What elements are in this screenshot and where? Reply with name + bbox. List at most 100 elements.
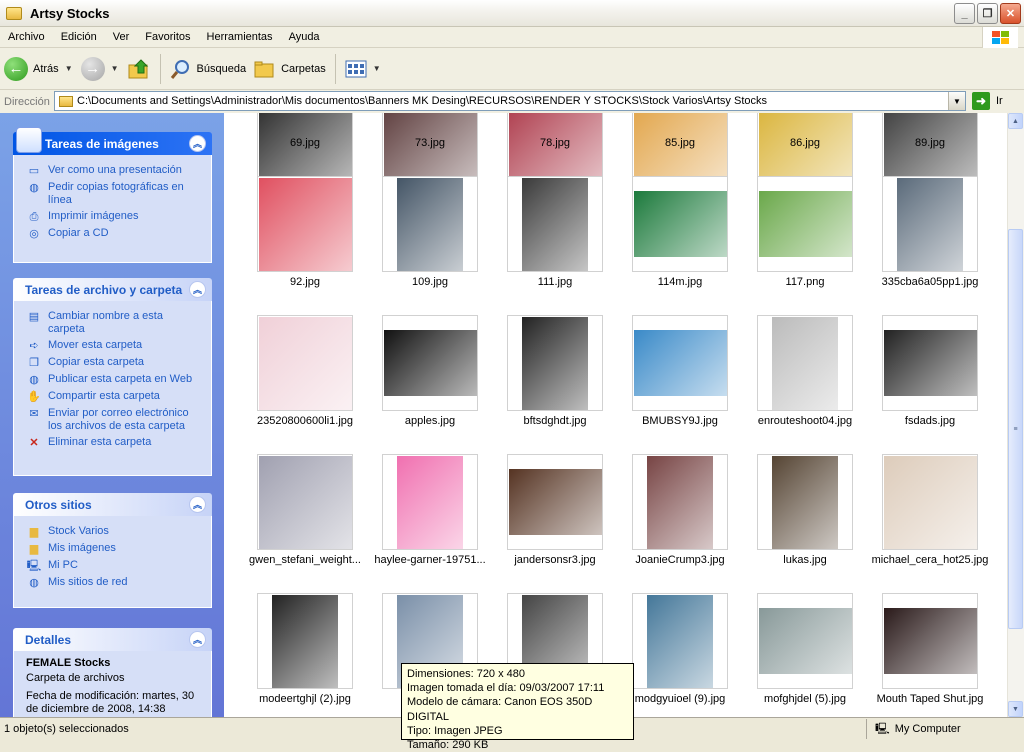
thumbnail[interactable] [632, 315, 728, 411]
file-name[interactable]: 114m.jpg [618, 276, 742, 288]
file-name[interactable]: 335cba6a05pp1.jpg [868, 276, 992, 288]
menu-ayuda[interactable]: Ayuda [281, 31, 328, 43]
file-name[interactable]: 92.jpg [243, 276, 367, 288]
folders-button[interactable]: Carpetas [250, 52, 330, 86]
place-my-computer[interactable]: 🖳 Mi PC [26, 559, 201, 573]
file-name[interactable]: jandersonsr3.jpg [493, 554, 617, 566]
thumbnail[interactable] [257, 315, 353, 411]
file-name[interactable]: apples.jpg [368, 415, 492, 427]
task-copy-folder[interactable]: ❐ Copiar esta carpeta [26, 356, 201, 370]
scroll-up-icon[interactable]: ▲ [1008, 113, 1023, 129]
thumbnail[interactable] [257, 593, 353, 689]
thumbnail[interactable] [757, 315, 853, 411]
chevron-down-icon[interactable]: ▼ [373, 64, 381, 73]
file-name[interactable]: JoanieCrump3.jpg [618, 554, 742, 566]
file-name[interactable]: 69.jpg [243, 137, 367, 149]
menu-herramientas[interactable]: Herramientas [199, 31, 281, 43]
file-name[interactable]: gwen_stefani_weight... [243, 554, 367, 566]
thumbnail[interactable] [757, 176, 853, 272]
thumbnail[interactable] [382, 454, 478, 550]
task-delete-folder[interactable]: ✕ Eliminar esta carpeta [26, 436, 201, 450]
search-button[interactable]: Búsqueda [166, 52, 251, 86]
collapse-icon[interactable]: ︽ [189, 281, 206, 298]
thumbnail[interactable] [257, 454, 353, 550]
thumbnail[interactable] [882, 315, 978, 411]
file-name[interactable]: haylee-garner-19751... [368, 554, 492, 566]
thumbnail[interactable] [632, 176, 728, 272]
file-name[interactable]: modgyuioel (9).jpg [618, 693, 742, 705]
file-name[interactable]: michael_cera_hot25.jpg [868, 554, 992, 566]
place-network[interactable]: ◍ Mis sitios de red [26, 576, 201, 590]
thumbnail[interactable] [257, 176, 353, 272]
thumbnail[interactable] [882, 176, 978, 272]
file-name[interactable]: BMUBSY9J.jpg [618, 415, 742, 427]
file-name[interactable]: 117.png [743, 276, 867, 288]
file-name[interactable]: mofghjdel (5).jpg [743, 693, 867, 705]
thumbnail[interactable] [757, 593, 853, 689]
scroll-thumb[interactable]: ≡ [1008, 229, 1023, 629]
thumbnail[interactable] [382, 176, 478, 272]
file-tasks-header[interactable]: Tareas de archivo y carpeta ︽ [13, 278, 212, 301]
file-name[interactable]: enrouteshoot04.jpg [743, 415, 867, 427]
collapse-icon[interactable]: ︽ [189, 631, 206, 648]
file-name[interactable]: 78.jpg [493, 137, 617, 149]
place-stock-varios[interactable]: ▆ Stock Varios [26, 525, 201, 539]
minimize-button[interactable]: _ [954, 3, 975, 24]
file-name[interactable]: Mouth Taped Shut.jpg [868, 693, 992, 705]
collapse-icon[interactable]: ︽ [189, 496, 206, 513]
menu-ver[interactable]: Ver [105, 31, 138, 43]
chevron-down-icon[interactable]: ▼ [111, 64, 119, 73]
vertical-scrollbar[interactable]: ▲ ≡ ▼ [1007, 113, 1024, 717]
task-share-folder[interactable]: ✋ Compartir esta carpeta [26, 390, 201, 404]
maximize-button[interactable]: ❐ [977, 3, 998, 24]
thumbnail[interactable] [507, 315, 603, 411]
scroll-down-icon[interactable]: ▼ [1008, 701, 1023, 717]
file-name[interactable]: 23520800600li1.jpg [243, 415, 367, 427]
thumbnail[interactable] [382, 315, 478, 411]
file-name[interactable]: bftsdghdt.jpg [493, 415, 617, 427]
file-name[interactable]: lukas.jpg [743, 554, 867, 566]
file-name[interactable]: 89.jpg [868, 137, 992, 149]
task-copy-cd[interactable]: ◎ Copiar a CD [26, 227, 201, 241]
thumbnail[interactable] [632, 593, 728, 689]
task-print-images[interactable]: ⎙ Imprimir imágenes [26, 210, 201, 224]
file-name[interactable]: 86.jpg [743, 137, 867, 149]
views-button[interactable]: ▼ [341, 52, 385, 86]
address-input[interactable]: C:\Documents and Settings\Administrador\… [54, 91, 966, 111]
thumbnail[interactable] [632, 454, 728, 550]
file-name[interactable]: 109.jpg [368, 276, 492, 288]
file-name[interactable]: fsdads.jpg [868, 415, 992, 427]
image-tasks-header[interactable]: Tareas de imágenes ︽ [13, 127, 212, 155]
file-name[interactable]: 111.jpg [493, 276, 617, 288]
file-name[interactable]: 73.jpg [368, 137, 492, 149]
up-folder-button[interactable] [123, 52, 155, 86]
thumbnail[interactable] [882, 454, 978, 550]
thumbnail[interactable] [507, 176, 603, 272]
task-slideshow[interactable]: ▭ Ver como una presentación [26, 164, 201, 178]
back-button[interactable]: ← Atrás ▼ [0, 52, 77, 86]
address-dropdown-button[interactable]: ▼ [948, 92, 965, 110]
thumbnail[interactable] [882, 593, 978, 689]
file-name[interactable]: modeertghjl (2).jpg [243, 693, 367, 705]
collapse-icon[interactable]: ︽ [189, 135, 206, 152]
other-places-header[interactable]: Otros sitios ︽ [13, 493, 212, 516]
menu-edicion[interactable]: Edición [53, 31, 105, 43]
chevron-down-icon[interactable]: ▼ [65, 64, 73, 73]
close-button[interactable]: ✕ [1000, 3, 1021, 24]
thumbnail[interactable] [507, 454, 603, 550]
menu-favoritos[interactable]: Favoritos [137, 31, 198, 43]
file-view: 69.jpg 73.jpg 78.jpg 85.jpg 86.jpg 89.jpg 92.j… [224, 113, 1007, 717]
details-header[interactable]: Detalles ︽ [13, 628, 212, 651]
forward-button[interactable]: → ▼ [77, 52, 123, 86]
thumbnail[interactable] [757, 454, 853, 550]
file-name[interactable]: 85.jpg [618, 137, 742, 149]
task-order-prints[interactable]: ◍ Pedir copias fotográficas en línea [26, 181, 201, 207]
place-my-pictures[interactable]: ▆ Mis imágenes [26, 542, 201, 556]
task-rename-folder[interactable]: ▤ Cambiar nombre a esta carpeta [26, 310, 201, 336]
go-button[interactable]: ➜ Ir [972, 92, 1003, 110]
task-move-folder[interactable]: ➪ Mover esta carpeta [26, 339, 201, 353]
folders-icon [254, 61, 274, 77]
menu-archivo[interactable]: Archivo [0, 31, 53, 43]
task-email-files[interactable]: ✉ Enviar por correo electrónico los archi… [26, 407, 201, 433]
task-publish-web[interactable]: ◍ Publicar esta carpeta en Web [26, 373, 201, 387]
